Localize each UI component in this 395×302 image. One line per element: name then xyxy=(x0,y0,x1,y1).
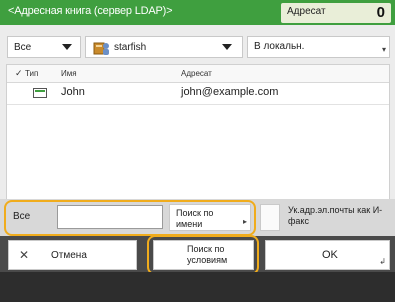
address-book-icon xyxy=(92,40,110,59)
search-input[interactable] xyxy=(57,205,163,229)
email-ifax-label: Ук.адр.эл.почты как И-факс xyxy=(288,205,383,226)
category-dropdown[interactable]: Все xyxy=(7,36,81,58)
column-address[interactable]: Адресат xyxy=(181,69,212,78)
more-icon: ▾ xyxy=(381,45,386,54)
recipient-counter[interactable]: Адресат 0 xyxy=(281,3,391,23)
search-by-name-label: Поиск по имени xyxy=(176,208,214,229)
server-value: starfish xyxy=(114,42,147,53)
search-by-conditions-button[interactable]: Поиск по условиям xyxy=(153,240,254,270)
address-list: ✓ Тип Имя Адресат John john@example.com xyxy=(6,64,390,200)
header-bar: <Адресная книга (сервер LDAP)> Адресат 0 xyxy=(0,0,395,25)
column-name[interactable]: Имя xyxy=(61,69,77,78)
category-value: Все xyxy=(14,42,32,53)
ok-button[interactable]: OK ↲ xyxy=(265,240,390,270)
list-header: ✓ Тип Имя Адресат xyxy=(7,65,389,83)
ok-label: OK xyxy=(322,249,338,261)
local-button-label: В локальн. xyxy=(254,41,305,52)
search-by-conditions-label: Поиск по условиям xyxy=(187,244,228,265)
chevron-down-icon xyxy=(222,44,232,50)
close-icon: ✕ xyxy=(19,248,30,262)
more-icon: ▸ xyxy=(242,217,247,226)
cancel-button[interactable]: ✕ Отмена xyxy=(8,240,137,270)
all-label: Все xyxy=(13,211,31,222)
local-address-book-button[interactable]: В локальн. ▾ xyxy=(247,36,390,58)
email-as-ifax-toggle[interactable] xyxy=(260,204,280,231)
check-icon: ✓ xyxy=(15,68,23,78)
enter-icon: ↲ xyxy=(379,257,386,266)
screen-title: <Адресная книга (сервер LDAP)> xyxy=(8,5,173,17)
footer-bar xyxy=(0,272,395,302)
cancel-label: Отмена xyxy=(51,250,87,261)
recipient-label: Адресат xyxy=(287,6,326,17)
column-type[interactable]: Тип xyxy=(25,69,38,78)
list-item[interactable]: John john@example.com xyxy=(7,82,389,105)
server-dropdown[interactable]: starfish xyxy=(85,36,243,58)
search-by-name-button[interactable]: Поиск по имени ▸ xyxy=(169,204,251,231)
entry-name: John xyxy=(61,86,85,98)
entry-address: john@example.com xyxy=(181,86,279,98)
chevron-down-icon xyxy=(62,44,72,50)
email-type-icon xyxy=(33,88,47,101)
ldap-address-book-screen: <Адресная книга (сервер LDAP)> Адресат 0… xyxy=(0,0,395,302)
recipient-count: 0 xyxy=(376,4,385,21)
